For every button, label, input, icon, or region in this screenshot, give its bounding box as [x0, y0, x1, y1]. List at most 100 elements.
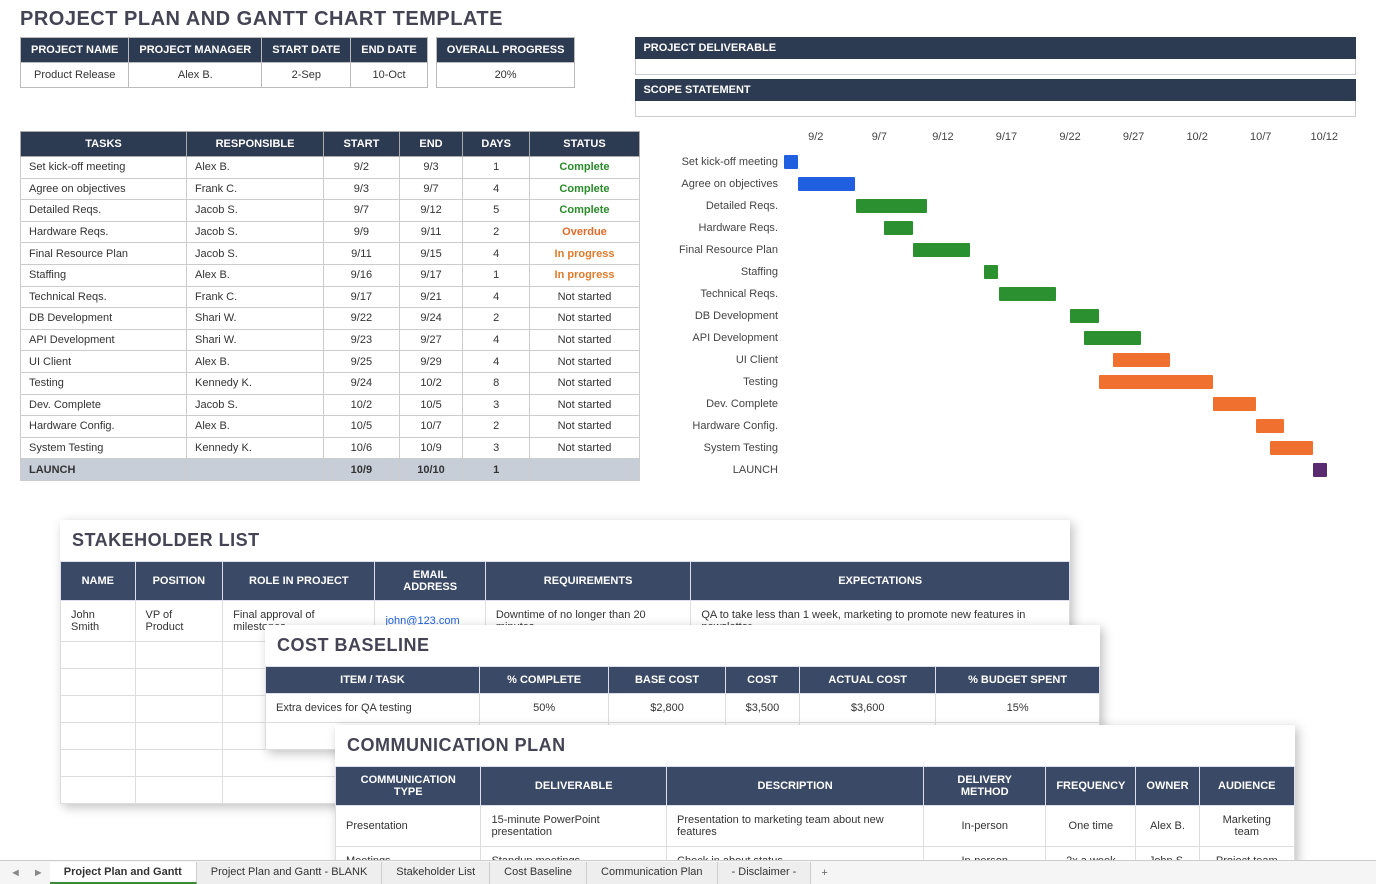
task-cell[interactable]: DB Development [21, 308, 187, 330]
task-cell[interactable]: Frank C. [187, 178, 324, 200]
task-cell[interactable]: Frank C. [187, 286, 324, 308]
cell[interactable]: $2,800 [609, 694, 725, 723]
task-cell[interactable]: 9/7 [399, 178, 463, 200]
task-cell[interactable]: Detailed Reqs. [21, 200, 187, 222]
cell[interactable]: 15% [936, 694, 1100, 723]
cell[interactable]: In-person [924, 806, 1046, 847]
status-cell[interactable]: In progress [529, 264, 639, 286]
task-cell[interactable]: Jacob S. [187, 394, 324, 416]
tab-prev-icon[interactable]: ◄ [4, 863, 27, 883]
task-cell[interactable]: 9/16 [324, 264, 400, 286]
scope-value[interactable] [635, 101, 1356, 117]
task-cell[interactable]: 9/17 [324, 286, 400, 308]
task-cell[interactable]: 8 [463, 372, 530, 394]
sheet-tab[interactable]: - Disclaimer - [718, 862, 812, 884]
task-cell[interactable]: 9/2 [324, 157, 400, 179]
cell[interactable]: VP of Product [135, 601, 223, 642]
status-cell[interactable]: Not started [529, 308, 639, 330]
task-cell[interactable]: Alex B. [187, 157, 324, 179]
cell[interactable]: John Smith [61, 601, 136, 642]
task-cell[interactable]: Shari W. [187, 308, 324, 330]
task-cell[interactable]: 9/25 [324, 351, 400, 373]
task-cell[interactable]: Staffing [21, 264, 187, 286]
task-cell[interactable]: 1 [463, 459, 530, 481]
task-cell[interactable]: 10/6 [324, 437, 400, 459]
task-cell[interactable]: System Testing [21, 437, 187, 459]
status-cell[interactable]: Complete [529, 178, 639, 200]
task-cell[interactable]: 9/15 [399, 243, 463, 265]
task-cell[interactable]: 4 [463, 351, 530, 373]
task-cell[interactable]: 2 [463, 308, 530, 330]
task-cell[interactable]: 9/29 [399, 351, 463, 373]
task-cell[interactable] [187, 459, 324, 481]
task-cell[interactable]: 10/2 [324, 394, 400, 416]
task-cell[interactable]: 9/24 [324, 372, 400, 394]
cell[interactable]: Presentation to marketing team about new… [667, 806, 924, 847]
task-cell[interactable]: 9/12 [399, 200, 463, 222]
meta-value[interactable]: 2-Sep [262, 63, 351, 88]
cell[interactable]: Presentation [336, 806, 481, 847]
task-cell[interactable]: 10/9 [324, 459, 400, 481]
task-cell[interactable]: API Development [21, 329, 187, 351]
status-cell[interactable]: In progress [529, 243, 639, 265]
task-cell[interactable]: Technical Reqs. [21, 286, 187, 308]
task-cell[interactable]: 9/17 [399, 264, 463, 286]
task-cell[interactable]: Final Resource Plan [21, 243, 187, 265]
task-cell[interactable]: 10/5 [399, 394, 463, 416]
task-cell[interactable]: 10/9 [399, 437, 463, 459]
task-cell[interactable]: 2 [463, 221, 530, 243]
cell[interactable]: $3,600 [800, 694, 936, 723]
task-cell[interactable]: Set kick-off meeting [21, 157, 187, 179]
task-cell[interactable]: 4 [463, 243, 530, 265]
status-cell[interactable]: Overdue [529, 221, 639, 243]
task-cell[interactable]: 9/23 [324, 329, 400, 351]
task-cell[interactable]: Jacob S. [187, 221, 324, 243]
status-cell[interactable]: Complete [529, 200, 639, 222]
task-cell[interactable]: 4 [463, 286, 530, 308]
cell[interactable]: One time [1046, 806, 1136, 847]
task-cell[interactable]: 10/7 [399, 416, 463, 438]
task-cell[interactable]: UI Client [21, 351, 187, 373]
task-cell[interactable]: 1 [463, 264, 530, 286]
task-cell[interactable]: 9/24 [399, 308, 463, 330]
cell[interactable]: 50% [479, 694, 609, 723]
task-cell[interactable]: Hardware Config. [21, 416, 187, 438]
task-cell[interactable]: Agree on objectives [21, 178, 187, 200]
task-cell[interactable]: 9/9 [324, 221, 400, 243]
task-cell[interactable]: 9/11 [324, 243, 400, 265]
task-cell[interactable]: 3 [463, 394, 530, 416]
cell[interactable]: Alex B. [1136, 806, 1199, 847]
task-cell[interactable]: 4 [463, 178, 530, 200]
task-cell[interactable]: 9/3 [324, 178, 400, 200]
task-cell[interactable]: 9/7 [324, 200, 400, 222]
meta-value[interactable]: 10-Oct [351, 63, 427, 88]
sheet-tab[interactable]: Cost Baseline [490, 862, 587, 884]
add-sheet-icon[interactable]: + [811, 863, 837, 883]
sheet-tab[interactable]: Stakeholder List [382, 862, 490, 884]
status-cell[interactable] [529, 459, 639, 481]
task-cell[interactable]: Testing [21, 372, 187, 394]
task-cell[interactable]: Dev. Complete [21, 394, 187, 416]
task-cell[interactable]: 9/27 [399, 329, 463, 351]
task-cell[interactable]: 5 [463, 200, 530, 222]
cell[interactable]: $3,500 [725, 694, 800, 723]
task-cell[interactable]: LAUNCH [21, 459, 187, 481]
status-cell[interactable]: Not started [529, 416, 639, 438]
cell[interactable]: Extra devices for QA testing [266, 694, 480, 723]
task-cell[interactable]: Kennedy K. [187, 372, 324, 394]
task-cell[interactable]: 9/11 [399, 221, 463, 243]
deliverable-value[interactable] [635, 59, 1356, 75]
task-cell[interactable]: Jacob S. [187, 243, 324, 265]
task-cell[interactable]: 2 [463, 416, 530, 438]
task-cell[interactable]: 9/22 [324, 308, 400, 330]
task-cell[interactable]: Alex B. [187, 351, 324, 373]
task-cell[interactable]: 10/2 [399, 372, 463, 394]
status-cell[interactable]: Not started [529, 351, 639, 373]
status-cell[interactable]: Not started [529, 329, 639, 351]
sheet-tab[interactable]: Project Plan and Gantt - BLANK [197, 862, 383, 884]
sheet-tab[interactable]: Communication Plan [587, 862, 718, 884]
task-cell[interactable]: Alex B. [187, 264, 324, 286]
status-cell[interactable]: Not started [529, 437, 639, 459]
task-cell[interactable]: 4 [463, 329, 530, 351]
task-cell[interactable]: Alex B. [187, 416, 324, 438]
